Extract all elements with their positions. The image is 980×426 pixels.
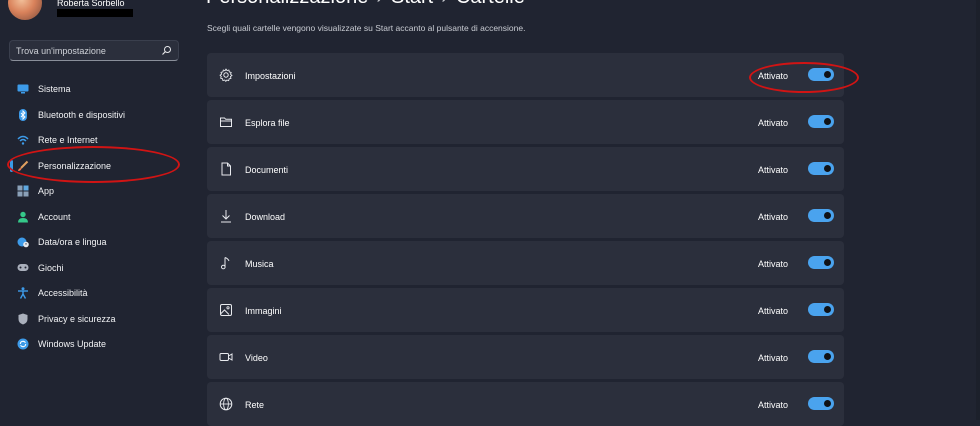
window-edge <box>976 0 980 420</box>
toggle-knob <box>824 118 831 125</box>
toggle-switch[interactable] <box>808 350 834 363</box>
breadcrumb-item[interactable]: Personalizzazione <box>206 0 368 8</box>
update-icon <box>17 338 29 350</box>
toggle-switch[interactable] <box>808 209 834 222</box>
sidebar-item-windows-update[interactable]: Windows Update <box>0 331 190 357</box>
sidebar-item-label: Account <box>38 211 71 222</box>
toggle-switch[interactable] <box>808 397 834 410</box>
download-icon <box>219 209 233 223</box>
search-box[interactable] <box>9 40 179 61</box>
document-icon <box>219 162 233 176</box>
sidebar-item-privacy[interactable]: Privacy e sicurezza <box>0 306 190 332</box>
toggle-state-text: Attivato <box>758 306 789 316</box>
sidebar-item-label: Personalizzazione <box>38 160 112 171</box>
shield-icon <box>17 313 29 325</box>
user-name: Roberta Sorbello <box>57 0 125 8</box>
page-title: Personalizzazione›Start›Cartelle <box>206 0 525 9</box>
sidebar-item-rete[interactable]: Rete e Internet <box>0 127 190 153</box>
breadcrumb-item[interactable]: Start <box>391 0 433 8</box>
folder-card-immagini[interactable]: Immagini Attivato <box>207 288 844 332</box>
folder-card-musica[interactable]: Musica Attivato <box>207 241 844 285</box>
folder-label: Impostazioni <box>245 71 296 81</box>
folder-label: Musica <box>245 259 274 269</box>
search-input[interactable] <box>16 44 156 58</box>
monitor-icon <box>17 83 29 95</box>
folder-label: Download <box>245 212 286 222</box>
gear-icon <box>219 68 233 82</box>
toggle-state-text: Attivato <box>758 353 789 363</box>
user-email-redacted <box>57 9 133 17</box>
network-globe-icon <box>219 397 233 411</box>
toggle-switch[interactable] <box>808 115 834 128</box>
folder-label: Rete <box>245 400 265 410</box>
folder-label: Immagini <box>245 306 282 316</box>
toggle-switch[interactable] <box>808 162 834 175</box>
search-icon[interactable] <box>161 45 172 56</box>
toggle-state-text: Attivato <box>758 71 789 81</box>
sidebar-item-label: Giochi <box>38 262 64 273</box>
folder-card-rete[interactable]: Rete Attivato <box>207 382 844 426</box>
accessibility-icon <box>17 287 29 299</box>
toggle-knob <box>824 259 831 266</box>
gamepad-icon <box>17 262 29 274</box>
toggle-knob <box>824 165 831 172</box>
toggle-knob <box>824 306 831 313</box>
video-icon <box>219 350 233 364</box>
folder-label: Esplora file <box>245 118 290 128</box>
wifi-icon <box>17 134 29 146</box>
folder-card-download[interactable]: Download Attivato <box>207 194 844 238</box>
toggle-state-text: Attivato <box>758 212 789 222</box>
toggle-knob <box>824 212 831 219</box>
toggle-state-text: Attivato <box>758 165 789 175</box>
sidebar-nav: Sistema Bluetooth e dispositivi Rete e I… <box>0 76 190 357</box>
brush-icon <box>17 160 29 172</box>
toggle-knob <box>824 400 831 407</box>
sidebar-item-giochi[interactable]: Giochi <box>0 255 190 281</box>
globe-clock-icon <box>17 236 29 248</box>
folder-card-documenti[interactable]: Documenti Attivato <box>207 147 844 191</box>
toggle-state-text: Attivato <box>758 259 789 269</box>
music-icon <box>219 256 233 270</box>
sidebar: Roberta Sorbello Sistema Bluetooth e dis… <box>0 0 190 420</box>
breadcrumb-separator: › <box>368 0 391 8</box>
bluetooth-icon <box>17 108 29 121</box>
sidebar-item-label: Data/ora e lingua <box>38 237 107 247</box>
folder-label: Documenti <box>245 165 289 175</box>
toggle-switch[interactable] <box>808 303 834 316</box>
sidebar-item-personalizzazione[interactable]: Personalizzazione <box>0 153 190 179</box>
sidebar-item-label: Windows Update <box>38 339 107 349</box>
sidebar-item-label: Sistema <box>38 84 71 94</box>
active-indicator <box>10 159 13 172</box>
sidebar-item-bluetooth[interactable]: Bluetooth e dispositivi <box>0 102 190 128</box>
sidebar-item-app[interactable]: App <box>0 178 190 204</box>
sidebar-item-data-ora[interactable]: Data/ora e lingua <box>0 229 190 255</box>
breadcrumb-current: Cartelle <box>456 0 525 8</box>
toggle-knob <box>824 353 831 360</box>
folder-card-esplora-file[interactable]: Esplora file Attivato <box>207 100 844 144</box>
sidebar-item-label: Accessibilità <box>38 288 88 298</box>
image-icon <box>219 303 233 317</box>
folder-card-impostazioni[interactable]: Impostazioni Attivato <box>207 53 844 97</box>
toggle-switch[interactable] <box>808 68 834 81</box>
sidebar-item-sistema[interactable]: Sistema <box>0 76 190 102</box>
breadcrumb-separator: › <box>433 0 456 8</box>
sidebar-item-account[interactable]: Account <box>0 204 190 230</box>
sidebar-item-label: Rete e Internet <box>38 135 98 145</box>
toggle-knob <box>824 71 831 78</box>
sidebar-item-label: Bluetooth e dispositivi <box>38 109 126 120</box>
avatar[interactable] <box>8 0 42 20</box>
apps-icon <box>17 185 29 197</box>
page-description: Scegli quali cartelle vengono visualizza… <box>207 23 526 33</box>
person-icon <box>17 211 29 223</box>
folder-icon <box>219 115 233 129</box>
folder-card-video[interactable]: Video Attivato <box>207 335 844 379</box>
sidebar-item-label: Privacy e sicurezza <box>38 313 116 324</box>
folder-label: Video <box>245 353 268 363</box>
toggle-switch[interactable] <box>808 256 834 269</box>
toggle-state-text: Attivato <box>758 118 789 128</box>
sidebar-item-label: App <box>38 186 55 196</box>
sidebar-item-accessibilita[interactable]: Accessibilità <box>0 280 190 306</box>
toggle-state-text: Attivato <box>758 400 789 410</box>
